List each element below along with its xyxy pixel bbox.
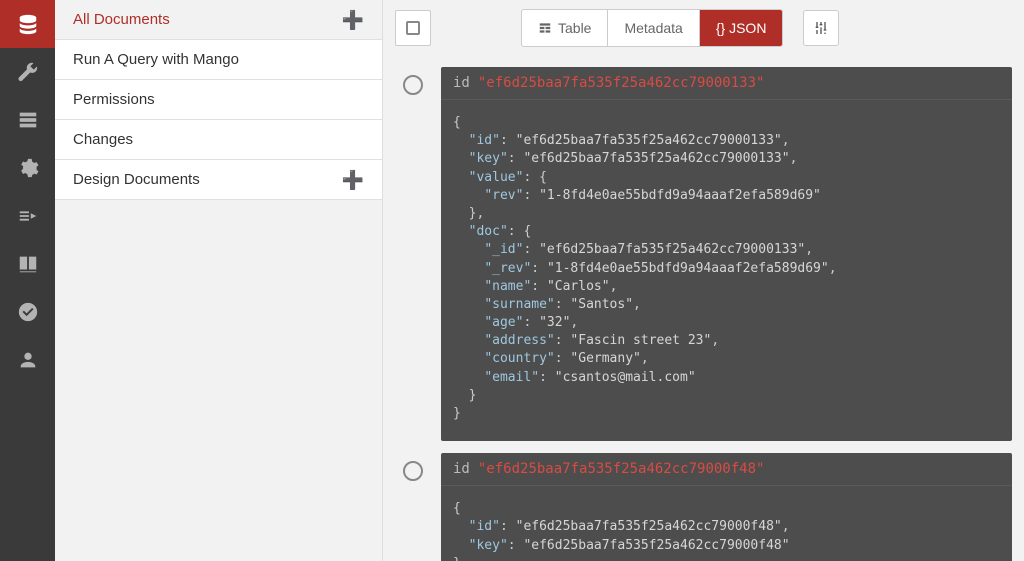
gear-icon xyxy=(17,157,39,179)
rail-config[interactable] xyxy=(0,144,55,192)
sidebar-item-label: Design Documents xyxy=(73,171,200,188)
document-id: "ef6d25baa7fa535f25a462cc79000133" xyxy=(478,75,765,91)
sidebar-item-changes[interactable]: Changes xyxy=(55,120,382,160)
id-label: id xyxy=(453,461,470,477)
plus-icon[interactable]: ➕ xyxy=(342,171,364,189)
document-card[interactable]: id "ef6d25baa7fa535f25a462cc79000f48" { "… xyxy=(441,453,1012,561)
nav-rail xyxy=(0,0,55,561)
sidebar-item-permissions[interactable]: Permissions xyxy=(55,80,382,120)
document-list: id "ef6d25baa7fa535f25a462cc79000133" { "… xyxy=(383,55,1024,561)
user-icon xyxy=(17,349,39,371)
sidebar: All Documents ➕ Run A Query with Mango P… xyxy=(55,0,383,561)
tab-json[interactable]: {} JSON xyxy=(700,10,783,46)
tab-label: {} JSON xyxy=(716,20,767,36)
sidebar-item-all-documents[interactable]: All Documents ➕ xyxy=(55,0,382,40)
sidebar-item-label: Changes xyxy=(73,131,133,148)
document-header: id "ef6d25baa7fa535f25a462cc79000f48" xyxy=(441,453,1012,486)
book-icon xyxy=(17,253,39,275)
radio-icon xyxy=(403,461,423,481)
sidebar-item-design-documents[interactable]: Design Documents ➕ xyxy=(55,160,382,200)
rail-replication[interactable] xyxy=(0,192,55,240)
table-icon xyxy=(538,21,552,35)
database-icon xyxy=(17,13,39,35)
checkbox-icon xyxy=(406,21,420,35)
select-all-checkbox[interactable] xyxy=(395,10,431,46)
wrench-icon xyxy=(17,61,39,83)
rail-databases[interactable] xyxy=(0,0,55,48)
view-tabs: Table Metadata {} JSON xyxy=(521,9,783,47)
tab-metadata[interactable]: Metadata xyxy=(608,10,699,46)
rail-account[interactable] xyxy=(0,336,55,384)
rail-documentation[interactable] xyxy=(0,240,55,288)
toolbar: Table Metadata {} JSON xyxy=(383,0,1024,55)
server-icon xyxy=(17,109,39,131)
sliders-icon xyxy=(813,20,829,36)
rail-active-tasks[interactable] xyxy=(0,96,55,144)
sidebar-item-label: Run A Query with Mango xyxy=(73,51,239,68)
document-row: id "ef6d25baa7fa535f25a462cc79000133" { "… xyxy=(383,55,1024,441)
id-label: id xyxy=(453,75,470,91)
document-json: { "id": "ef6d25baa7fa535f25a462cc79000f4… xyxy=(441,486,1012,561)
row-select[interactable] xyxy=(395,67,431,103)
sidebar-item-label: All Documents xyxy=(73,11,170,28)
document-json: { "id": "ef6d25baa7fa535f25a462cc7900013… xyxy=(441,100,1012,441)
tab-label: Table xyxy=(558,20,591,36)
tab-label: Metadata xyxy=(624,20,682,36)
check-circle-icon xyxy=(17,301,39,323)
document-header: id "ef6d25baa7fa535f25a462cc79000133" xyxy=(441,67,1012,100)
options-button[interactable] xyxy=(803,10,839,46)
main-panel: Table Metadata {} JSON id "ef6d25baa7fa53… xyxy=(383,0,1024,561)
document-id: "ef6d25baa7fa535f25a462cc79000f48" xyxy=(478,461,765,477)
tab-table[interactable]: Table xyxy=(522,10,608,46)
sidebar-item-mango-query[interactable]: Run A Query with Mango xyxy=(55,40,382,80)
rail-setup[interactable] xyxy=(0,48,55,96)
radio-icon xyxy=(403,75,423,95)
row-select[interactable] xyxy=(395,453,431,489)
document-row: id "ef6d25baa7fa535f25a462cc79000f48" { "… xyxy=(383,441,1024,561)
sidebar-item-label: Permissions xyxy=(73,91,155,108)
replicate-icon xyxy=(17,205,39,227)
document-card[interactable]: id "ef6d25baa7fa535f25a462cc79000133" { "… xyxy=(441,67,1012,441)
rail-verify[interactable] xyxy=(0,288,55,336)
app-root: All Documents ➕ Run A Query with Mango P… xyxy=(0,0,1024,561)
plus-icon[interactable]: ➕ xyxy=(342,11,364,29)
